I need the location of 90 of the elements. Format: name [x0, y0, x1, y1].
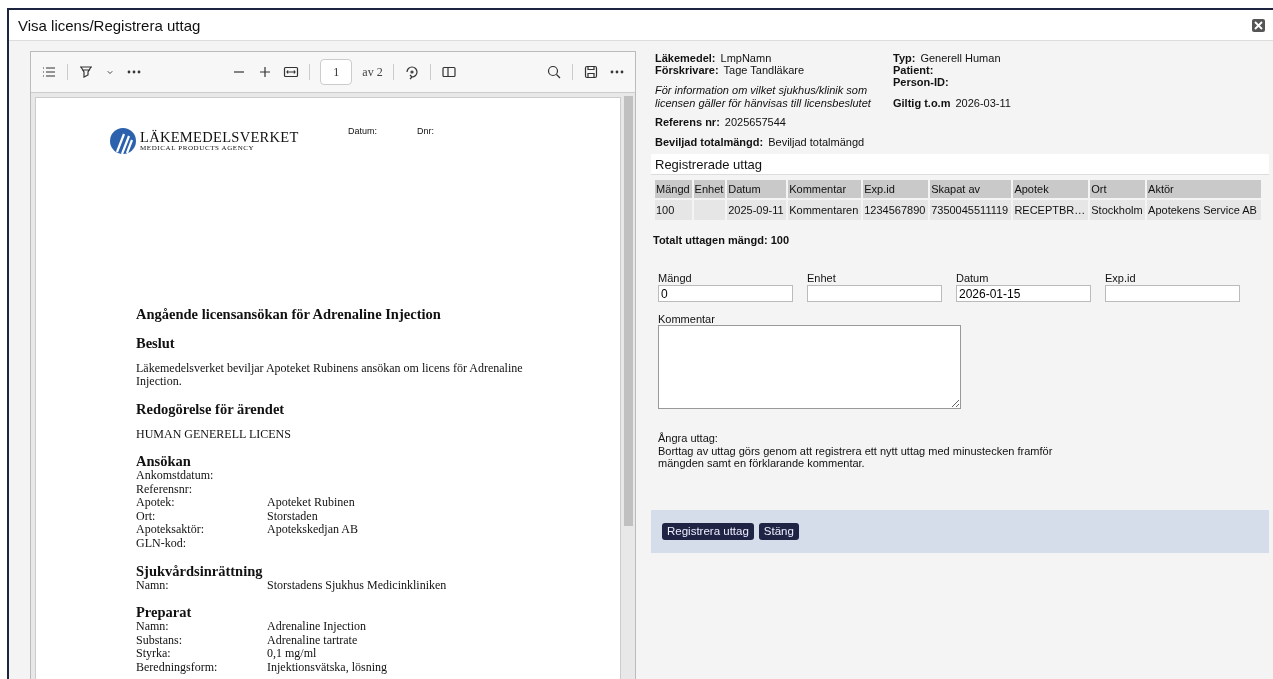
input-field[interactable]	[807, 285, 942, 302]
column-header: Enhet	[693, 180, 726, 198]
row-value: Adrenaline tartrate	[267, 633, 358, 648]
section-header: Registrerade uttag	[651, 154, 1269, 175]
column-header: Skapat av	[930, 180, 1012, 198]
header-label: Datum:	[348, 126, 377, 136]
undo-text: Borttag av uttag görs genom att registrera ett nytt uttag med minustecken framför mängden samt en förklarande kommentar.	[658, 444, 1054, 470]
field-value: Generell Human	[920, 52, 1001, 64]
input-field[interactable]	[1105, 285, 1240, 302]
row-value: Storstaden	[267, 509, 318, 524]
field-value: Beviljad totalmängd	[768, 136, 865, 148]
rotate-icon[interactable]	[403, 64, 420, 80]
field-label: Referens nr:	[655, 116, 720, 128]
row-label: Apotek:	[136, 496, 176, 510]
column-header: Apotek	[1013, 180, 1089, 198]
fit-width-icon[interactable]	[283, 64, 300, 80]
section-heading: Preparat	[136, 605, 193, 621]
input-field[interactable]: 2026-01-15	[956, 285, 1091, 302]
field-label: Kommentar	[658, 313, 716, 325]
row-label: Ankomstdatum:	[136, 469, 215, 483]
two-page-icon[interactable]	[440, 64, 457, 80]
row-value: Apotekskedjan AB	[267, 523, 358, 537]
field-label: Patient:	[893, 64, 934, 76]
close-icon[interactable]	[1252, 18, 1265, 32]
field-label: Exp.id	[1105, 272, 1137, 285]
page-count: av 2	[362, 64, 383, 80]
undo-title: Ångra uttag:	[658, 432, 719, 445]
row-label: Ort:	[136, 509, 156, 524]
table-cell: Apotekens Service AB	[1147, 200, 1261, 220]
document-heading: Redogörelse för ärendet	[136, 401, 286, 418]
row-value: Injektionsvätska, lösning	[267, 660, 387, 675]
logo-icon	[110, 128, 136, 154]
row-label: Namn:	[136, 620, 169, 634]
column-header: Mängd	[655, 180, 692, 198]
total-amount: Totalt uttagen mängd: 100	[653, 234, 791, 246]
table-cell: Stockholm	[1090, 200, 1146, 220]
input-field[interactable]: 0	[658, 285, 793, 302]
document-title: Angående licensansökan för Adrenaline Injection	[136, 306, 442, 323]
header-label: Dnr:	[417, 126, 435, 136]
column-header: Ort	[1090, 180, 1146, 198]
action-button[interactable]: Stäng	[758, 522, 799, 540]
field-label: Mängd	[658, 272, 693, 285]
column-header: Aktör	[1147, 180, 1261, 198]
save-icon[interactable]	[583, 64, 599, 80]
table-cell: Kommentaren	[788, 200, 862, 220]
table-cell: RECEPTBR…	[1013, 200, 1089, 220]
row-label: GLN-kod:	[136, 536, 186, 551]
field-value: Tage Tandläkare	[723, 64, 805, 76]
field-label: Beviljad totalmängd:	[655, 136, 764, 148]
logo-name: LÄKEMEDELSVERKET	[140, 130, 299, 144]
column-header: Kommentar	[788, 180, 862, 198]
info-note: För information om vilket sjukhus/klinik som licensen gäller för hänvisas till licensbeslutet	[655, 84, 872, 110]
field-label: Person-ID:	[893, 76, 949, 88]
comment-field[interactable]	[658, 325, 961, 409]
window-title: Visa licens/Registrera uttag	[18, 16, 201, 34]
section-heading: Sjukvårdsinrättning	[136, 563, 264, 579]
row-value: 0,1 mg/ml	[267, 647, 317, 661]
list-icon[interactable]	[41, 64, 57, 80]
field-label: Typ:	[893, 52, 916, 64]
field-label: Enhet	[807, 272, 837, 285]
table-cell: 1234567890	[863, 200, 929, 220]
column-header: Datum	[727, 180, 787, 198]
table-cell: 2025-09-11	[727, 200, 787, 220]
section-heading: Ansökan	[136, 454, 192, 469]
field-label: Läkemedel:	[655, 52, 716, 64]
search-icon[interactable]	[546, 64, 562, 80]
field-value: LmpNamn	[720, 52, 772, 64]
field-label: Giltig t.o.m	[893, 97, 951, 109]
row-label: Namn:	[136, 578, 169, 593]
table-cell: 7350045511119	[930, 200, 1012, 220]
row-label: Substans:	[136, 633, 183, 648]
row-label: Referensnr:	[136, 482, 193, 497]
document-paragraph: HUMAN GENERELL LICENS	[136, 428, 292, 441]
row-label: Apoteksaktör:	[136, 523, 205, 537]
document-heading: Beslut	[136, 335, 176, 352]
field-value: 2026-03-11	[955, 97, 1011, 109]
row-label: Styrka:	[136, 647, 172, 661]
column-header: Exp.id	[863, 180, 929, 198]
field-label: Förskrivare:	[655, 64, 719, 76]
document-paragraph: Läkemedelsverket beviljar Apoteket Rubinens ansökan om licens för Adrenaline Injection.	[136, 362, 524, 388]
page-number-field[interactable]: 1	[320, 59, 353, 85]
row-label: Beredningsform:	[136, 660, 219, 675]
field-label: Datum	[956, 272, 990, 285]
row-value: Storstadens Sjukhus Medicinkliniken	[267, 578, 447, 593]
scrollbar[interactable]	[624, 96, 633, 526]
row-value: Apoteket Rubinen	[267, 496, 355, 510]
table-cell: 100	[655, 200, 692, 220]
action-button[interactable]: Registrera uttag	[662, 522, 754, 540]
field-value: 2025657544	[724, 116, 786, 128]
row-value: Adrenaline Injection	[267, 620, 366, 634]
